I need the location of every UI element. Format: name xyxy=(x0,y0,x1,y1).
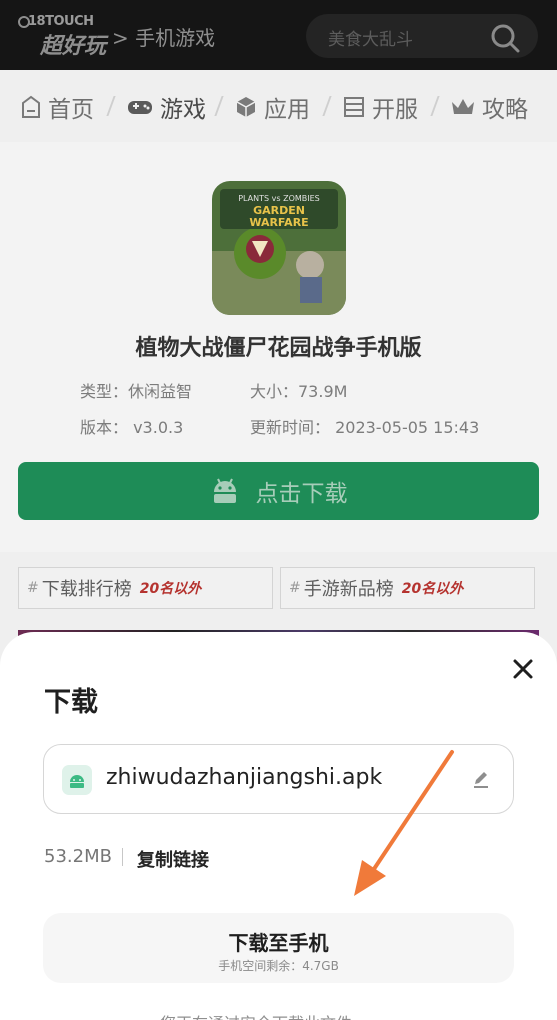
app-version: 版本： v3.0.3 xyxy=(80,418,184,437)
site-logo[interactable]: 18TOUCH 超好玩 xyxy=(18,14,110,59)
file-name-field[interactable]: zhiwudazhanjiangshi.apk xyxy=(43,744,514,814)
logo-bottom-text: 超好玩 xyxy=(40,34,107,59)
bottom-note: 您正在通过安全下载此文件 xyxy=(160,1010,352,1020)
rank-label: 下载排行榜 xyxy=(41,579,132,600)
app-size: 大小：73.9M xyxy=(250,382,348,401)
file-name: zhiwudazhanjiangshi.apk xyxy=(106,765,383,790)
search-placeholder: 美食大乱斗 xyxy=(328,30,413,50)
app-icon-text: PLANTS vs ZOMBIES xyxy=(238,194,320,203)
nav-divider xyxy=(106,96,124,116)
android-icon xyxy=(213,478,236,503)
apk-file-icon xyxy=(62,765,92,795)
nav-label: 攻略 xyxy=(482,97,528,123)
nav-label: 游戏 xyxy=(160,97,206,123)
close-icon[interactable] xyxy=(508,654,538,684)
cube-icon xyxy=(236,97,256,117)
nav-label: 开服 xyxy=(372,97,418,123)
server-icon xyxy=(344,97,364,117)
download-button-label: 点击下载 xyxy=(255,481,348,507)
breadcrumb[interactable]: > 手机游戏 xyxy=(112,22,215,51)
nav-divider xyxy=(322,96,340,116)
home-icon xyxy=(22,95,40,118)
crown-icon xyxy=(452,99,474,114)
app-title: 植物大战僵尸花园战争手机版 xyxy=(135,336,422,361)
nav-item-games[interactable]: 游戏 xyxy=(126,90,206,124)
file-size: 53.2MB xyxy=(44,846,112,867)
hash-mark: # xyxy=(27,580,39,596)
sheet-title: 下载 xyxy=(44,687,98,718)
nav-divider xyxy=(430,96,448,116)
nav-label: 应用 xyxy=(264,97,310,123)
download-button[interactable]: 点击下载 xyxy=(18,462,539,520)
storage-remaining: 手机空间剩余：4.7GB xyxy=(218,959,339,973)
app-updated: 更新时间： 2023-05-05 15:43 xyxy=(250,418,480,437)
nav-divider xyxy=(214,96,232,116)
nav-item-home[interactable]: 首页 xyxy=(20,90,94,124)
rank-label: 手游新品榜 xyxy=(303,579,394,600)
top-bar: 18TOUCH 超好玩 > 手机游戏 美食大乱斗 xyxy=(0,0,557,70)
rank-new[interactable]: # 手游新品榜 20名以外 xyxy=(280,567,535,609)
search-icon[interactable] xyxy=(490,23,520,53)
hash-mark: # xyxy=(289,580,301,596)
search-input[interactable]: 美食大乱斗 xyxy=(306,14,538,58)
main-nav: 首页 游戏 应用 开服 攻略 xyxy=(0,70,557,142)
app-icon: PLANTS vs ZOMBIES GARDEN WARFARE xyxy=(212,181,346,315)
rank-tag: 20名以外 xyxy=(401,581,464,597)
nav-item-servers[interactable]: 开服 xyxy=(342,90,418,124)
rank-tag: 20名以外 xyxy=(139,581,202,597)
nav-item-apps[interactable]: 应用 xyxy=(234,90,310,124)
nav-item-guides[interactable]: 攻略 xyxy=(450,90,528,124)
app-type: 类型：休闲益智 xyxy=(80,382,193,401)
edit-icon[interactable] xyxy=(471,769,491,789)
rank-download[interactable]: # 下载排行榜 20名以外 xyxy=(18,567,273,609)
divider xyxy=(122,848,123,866)
download-to-phone-button[interactable]: 下载至手机 手机空间剩余：4.7GB xyxy=(43,913,514,983)
logo-top-text: 18TOUCH xyxy=(28,14,94,29)
copy-link-button[interactable]: 复制链接 xyxy=(137,846,209,872)
gamepad-icon xyxy=(128,101,152,114)
page: 18TOUCH 超好玩 > 手机游戏 美食大乱斗 首页 游戏 应用 开服 攻略 … xyxy=(0,0,557,1020)
download-to-phone-label: 下载至手机 xyxy=(228,931,329,955)
nav-label: 首页 xyxy=(48,97,94,123)
svg-text:WARFARE: WARFARE xyxy=(249,216,308,229)
